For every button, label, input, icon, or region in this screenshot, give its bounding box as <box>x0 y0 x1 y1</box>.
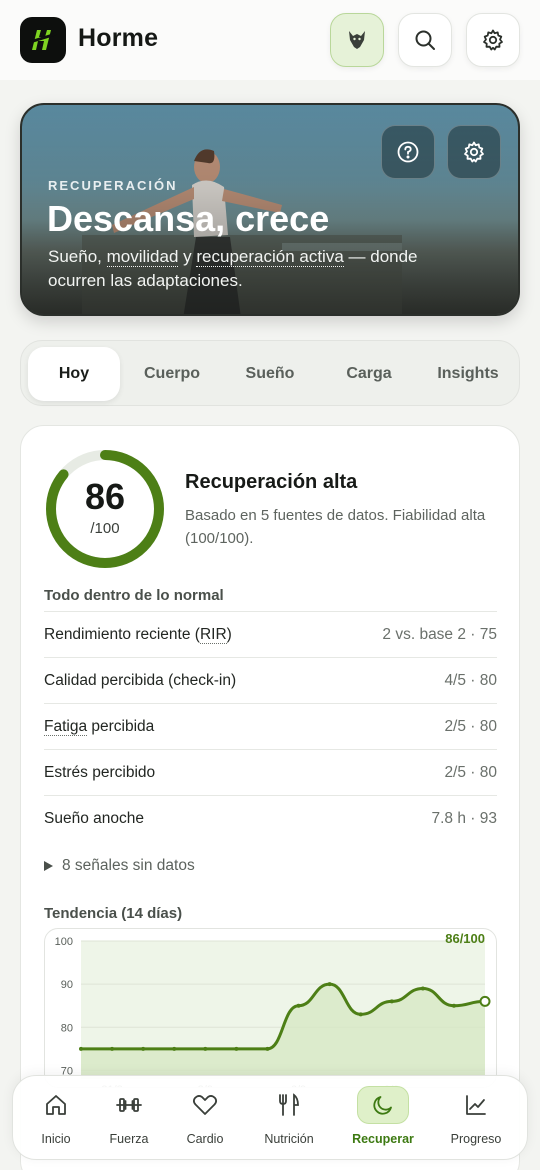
recovery-score-ring: 86 /100 <box>44 448 166 570</box>
nav-progreso[interactable]: Progreso <box>436 1076 516 1161</box>
moon-icon <box>373 1096 392 1115</box>
chart-icon <box>466 1095 486 1115</box>
signal-value: 2/5 · 80 <box>444 763 497 781</box>
nav-inicio[interactable]: Inicio <box>16 1076 96 1161</box>
signal-row: Rendimiento reciente (RIR) 2 vs. base 2 … <box>44 611 497 657</box>
missing-signals-label: 8 señales sin datos <box>62 857 195 874</box>
fatiga-term[interactable]: Fatiga <box>44 717 88 736</box>
latest-point <box>479 995 491 1007</box>
signal-row: Calidad percibida (check-in) 4/5 · 80 <box>44 657 497 703</box>
data-point <box>451 1003 456 1008</box>
recovery-card: 86 /100 Recuperación alta Basado en 5 fu… <box>20 425 520 1170</box>
data-point <box>420 986 425 991</box>
nav-label: Inicio <box>41 1132 71 1146</box>
hero-settings-button[interactable] <box>447 125 501 179</box>
data-point <box>141 1046 146 1051</box>
help-button[interactable] <box>381 125 435 179</box>
recovery-status-description: Basado en 5 fuentes de datos. Fiabilidad… <box>185 507 486 547</box>
chart-current-value: 86/100 <box>445 931 485 946</box>
nav-recuperar[interactable]: Recuperar <box>343 1076 423 1161</box>
signal-label: Fatiga percibida <box>44 717 155 736</box>
home-icon <box>46 1095 66 1115</box>
data-point <box>234 1046 239 1051</box>
hero-subtitle: Sueño, movilidad y recuperación activa —… <box>48 247 418 290</box>
wolf-icon <box>349 31 365 49</box>
data-point <box>79 1046 83 1051</box>
signal-value: 2 vs. base 2 · 75 <box>382 625 497 643</box>
y-tick-label: 80 <box>61 1022 73 1034</box>
app-title: Horme <box>78 24 159 52</box>
nav-label: Fuerza <box>109 1132 149 1146</box>
dumbbell-icon <box>116 1098 142 1112</box>
data-point <box>110 1046 115 1051</box>
tab-cuerpo[interactable]: Cuerpo <box>124 347 220 401</box>
signal-row: Estrés percibido 2/5 · 80 <box>44 749 497 795</box>
heart-icon <box>192 1095 218 1115</box>
data-point <box>296 1003 301 1008</box>
tab-sueno[interactable]: Sueño <box>224 347 316 401</box>
nav-fuerza[interactable]: Fuerza <box>89 1076 169 1161</box>
signal-label: Estrés percibido <box>44 763 156 781</box>
gear-icon <box>483 29 503 51</box>
signal-value: 2/5 · 80 <box>444 717 497 735</box>
data-point <box>389 999 394 1004</box>
bottom-navigation: Inicio Fuerza Cardio Nutrición Recuperar… <box>12 1075 528 1160</box>
signal-row: Sueño anoche 7.8 h · 93 <box>44 795 497 841</box>
trend-chart: 10090807031/83/96/99/986/100 <box>44 928 497 1088</box>
nav-label: Nutrición <box>264 1132 314 1146</box>
signal-label: Sueño anoche <box>44 809 144 827</box>
settings-button[interactable] <box>466 13 520 67</box>
missing-signals-toggle[interactable]: 8 señales sin datos <box>44 857 195 875</box>
signal-value: 4/5 · 80 <box>444 671 497 689</box>
data-point <box>265 1046 270 1051</box>
search-button[interactable] <box>398 13 452 67</box>
y-tick-label: 90 <box>61 979 73 991</box>
nav-nutricion[interactable]: Nutrición <box>249 1076 329 1161</box>
nav-label: Recuperar <box>352 1132 414 1146</box>
recuperacion-activa-term[interactable]: recuperación activa <box>196 247 344 267</box>
recovery-score-max: /100 <box>90 520 120 537</box>
nav-label: Cardio <box>186 1132 224 1146</box>
recovery-hero-banner: RECUPERACIÓN Descansa, crece Sueño, movi… <box>20 103 520 316</box>
signal-row: Fatiga percibida 2/5 · 80 <box>44 703 497 749</box>
data-point <box>327 982 332 987</box>
signals-list: Rendimiento reciente (RIR) 2 vs. base 2 … <box>44 611 497 841</box>
trend-title: Tendencia (14 días) <box>44 905 183 922</box>
fork-knife-icon <box>279 1093 299 1116</box>
help-icon <box>397 141 419 163</box>
signal-value: 7.8 h · 93 <box>431 809 498 827</box>
nav-cardio[interactable]: Cardio <box>165 1076 245 1161</box>
recovery-score: 86 <box>84 476 126 517</box>
hero-kicker: RECUPERACIÓN <box>48 178 178 193</box>
data-point <box>172 1046 177 1051</box>
signal-label: Calidad percibida (check-in) <box>44 671 237 689</box>
horme-logo-icon[interactable] <box>20 17 66 63</box>
tab-hoy[interactable]: Hoy <box>28 347 120 401</box>
triangle-right-icon <box>44 861 53 871</box>
tab-insights[interactable]: Insights <box>422 347 514 401</box>
app-header: Horme <box>0 0 540 80</box>
signal-label: Rendimiento reciente (RIR) <box>44 625 232 644</box>
recovery-status-title: Recuperación alta <box>185 471 358 493</box>
signals-section-title: Todo dentro de lo normal <box>44 587 224 604</box>
recovery-tabs: Hoy Cuerpo Sueño Carga Insights <box>20 340 520 406</box>
data-point <box>358 1012 363 1017</box>
data-point <box>203 1046 208 1051</box>
wolf-button[interactable] <box>330 13 384 67</box>
nav-label: Progreso <box>450 1132 502 1146</box>
y-tick-label: 100 <box>55 936 73 948</box>
search-icon <box>415 30 435 50</box>
rir-term[interactable]: RIR <box>199 625 227 644</box>
movilidad-term[interactable]: movilidad <box>106 247 179 267</box>
tab-carga[interactable]: Carga <box>320 347 418 401</box>
gear-icon <box>464 141 484 163</box>
hero-title: Descansa, crece <box>47 198 330 239</box>
